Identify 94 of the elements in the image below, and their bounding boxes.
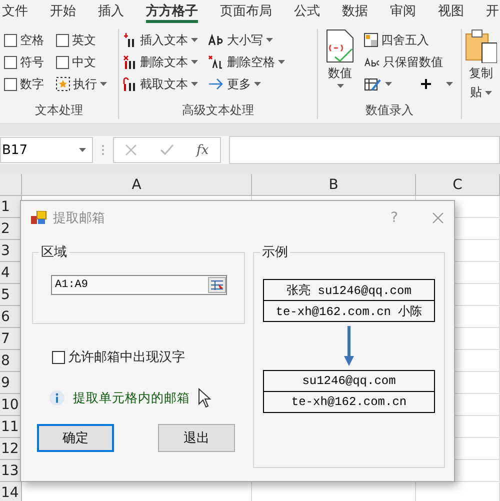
caret-icon [266,38,273,42]
arrow-right-icon [208,77,224,91]
ribbon-tab[interactable]: 审阅 [390,0,416,23]
ribbon-tab[interactable]: 视图 [438,0,464,23]
ribbon-tab[interactable]: 插入 [98,0,124,23]
ribbon-tab[interactable]: 文件 [2,0,28,23]
grid-pencil-icon [364,77,382,91]
ribbon-tab[interactable]: 页面布局 [220,0,272,23]
ribbon-button[interactable]: 四舍五入 [364,29,453,51]
caret-icon [278,60,285,64]
row-header[interactable]: 14 [0,482,22,501]
cancel-icon [125,144,138,156]
app-icon [31,210,47,224]
ribbon-button[interactable]: 更多 [208,73,285,95]
ribbon-button[interactable]: 截取文本 [123,73,198,95]
caret-icon [485,90,492,94]
caret-icon [336,84,344,88]
info-text: 提取单元格内的邮箱 [73,390,190,406]
caret-icon [385,82,392,86]
ribbon-tab[interactable]: 开 [486,0,499,23]
row-header[interactable]: 5 [0,284,22,306]
formula-field[interactable] [229,136,500,164]
example-cell: te-xh@162.com.cn [264,391,434,412]
checkbox[interactable]: 数字 [4,73,44,95]
select-all-corner[interactable] [0,174,22,196]
name-box[interactable]: B17 [0,137,93,163]
caret-icon [191,60,198,64]
letter-case-icon [208,33,224,47]
caret-icon [191,82,198,86]
insert-function-button[interactable]: fx [196,142,209,158]
dialog-title: 提取邮箱 [53,210,106,226]
checkbox[interactable]: 空格 [4,29,44,51]
clipboard-icon [465,29,497,63]
row-header[interactable]: 3 [0,240,22,262]
column-header[interactable]: C [416,174,500,196]
checkbox[interactable]: 符号 [4,51,44,73]
ribbon-tab[interactable]: 数据 [342,0,368,23]
row-header[interactable]: 10 [0,394,22,416]
example-cell-text: 张亮 su1246@qq.com [286,282,412,300]
ribbon-tab[interactable]: 公式 [294,0,320,23]
group-legend: 示例 [260,243,290,261]
column-header[interactable]: B [252,174,416,196]
cut-text-icon [123,77,137,91]
column-header[interactable]: A [22,174,252,196]
row-header[interactable]: 12 [0,438,22,460]
example-cell: te-xh@162.com.cn 小陈 [264,300,434,321]
info-icon [49,390,65,406]
ribbon-button[interactable]: 删除空格 [208,51,285,73]
arrow-down-icon [343,324,355,368]
row-header[interactable]: 13 [0,460,22,482]
insert-text-icon [123,33,137,47]
star-icon [56,77,70,91]
caret-icon [191,38,198,42]
ribbon-button[interactable]: 插入文本 [123,29,198,51]
document-check-icon [325,29,355,63]
checkbox[interactable]: 中文 [56,51,107,73]
range-field[interactable]: A1:A9 [51,275,227,295]
row-header[interactable]: 2 [0,218,22,240]
close-icon [432,212,444,224]
cursor-icon [198,388,212,408]
caret-icon [446,82,453,86]
ribbon-tab[interactable]: 开始 [50,0,76,23]
row-header[interactable]: 11 [0,416,22,438]
run-button[interactable]: 执行 [56,73,107,95]
ribbon-button[interactable]: 只保留数值 [364,51,453,73]
delete-text-icon [123,55,137,69]
ribbon-button[interactable]: 删除文本 [123,51,198,73]
checkbox[interactable]: 英文 [56,29,107,51]
grip-icon [101,144,105,156]
caret-icon [79,148,86,152]
table-icon [364,33,378,47]
delete-space-icon [208,55,224,69]
dialog-button[interactable]: 确定 [37,424,114,452]
group-label: 高级文本处理 [181,102,255,119]
group-label: 文本处理 [34,102,84,119]
row-header[interactable]: 8 [0,350,22,372]
allow-chinese-checkbox[interactable]: 允许邮箱中出现汉字 [52,348,245,366]
row-header[interactable]: 4 [0,262,22,284]
row-header[interactable]: 6 [0,306,22,328]
ribbon-button[interactable]: 大小写 [208,29,285,51]
caret-icon [254,82,261,86]
group-label: 数值录入 [364,102,414,119]
caret-icon [100,82,107,86]
range-select-icon [208,277,226,293]
example-cell-text: su1246@qq.com [301,373,397,390]
number-button[interactable]: 数值 [322,29,358,102]
letters-icon [364,55,380,69]
check-icon [160,144,174,156]
plus-icon [420,78,432,90]
paste-button[interactable]: 复制 贴 [466,29,496,119]
row-header[interactable]: 9 [0,372,22,394]
dialog-button[interactable]: 退出 [158,424,235,452]
row-header[interactable]: 1 [0,196,22,218]
row-header[interactable]: 7 [0,328,22,350]
